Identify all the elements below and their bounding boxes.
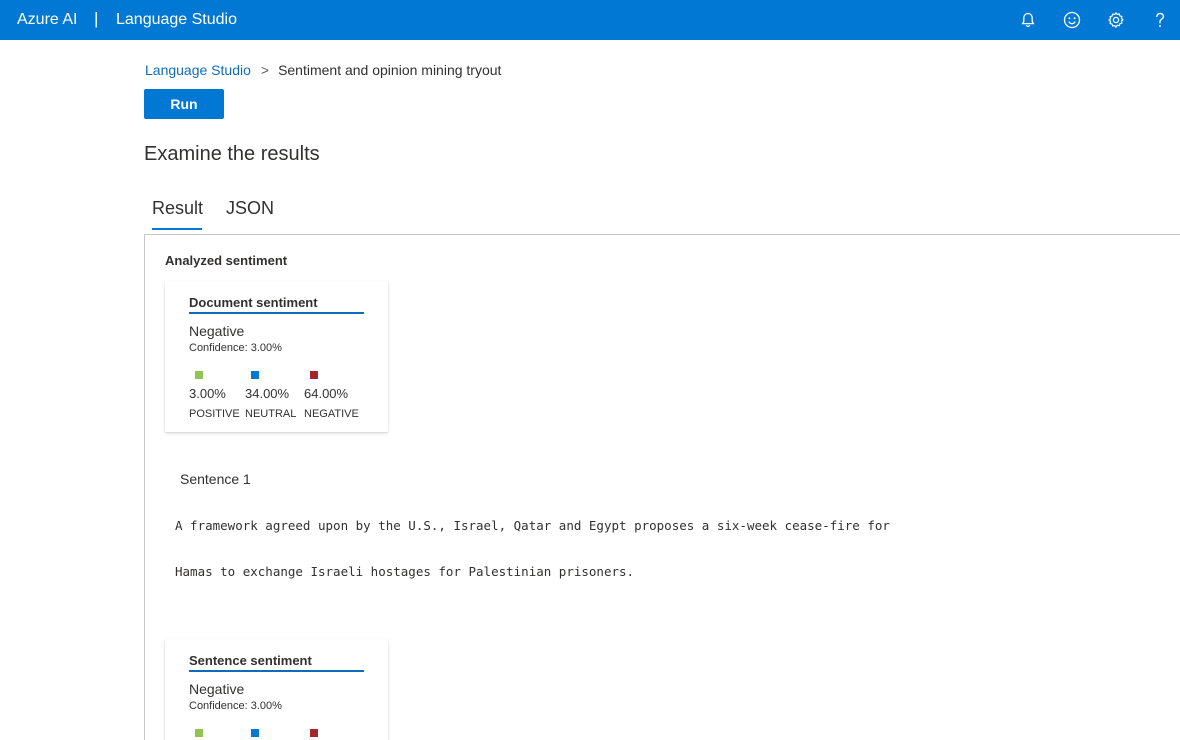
brand-link[interactable]: Azure AI [17,11,77,29]
top-bar: Azure AI | Language Studio [0,0,1180,40]
run-button[interactable]: Run [144,89,224,119]
negative-swatch [310,371,318,379]
negative-label: NEGATIVE [304,408,359,420]
sentence-sentiment-card: Sentence sentiment Negative Confidence: … [165,639,388,740]
positive-swatch [195,371,203,379]
tab-result[interactable]: Result [152,198,203,230]
positive-score: 3.00% POSITIVE [189,371,249,420]
bell-icon[interactable] [1018,10,1038,30]
sentence-title: Sentence 1 [180,471,251,487]
positive-percent: 3.00% [189,386,226,401]
chevron-right-icon: > [260,62,270,78]
page-title: Examine the results [144,143,320,165]
help-icon[interactable] [1150,10,1170,30]
confidence-text: Confidence: 3.00% [189,700,282,712]
negative-percent: 64.00% [304,386,349,401]
negative-swatch [310,729,318,737]
positive-label: POSITIVE [189,408,240,420]
gear-icon[interactable] [1106,10,1126,30]
neutral-score: 34.00% NEUTRAL [245,371,305,420]
positive-score [189,729,249,737]
breadcrumb-root-link[interactable]: Language Studio [145,62,251,78]
card-title: Sentence sentiment [189,653,364,672]
brand-separator: | [94,9,99,28]
smiley-icon[interactable] [1062,10,1082,30]
sentence-text-line: A framework agreed upon by the U.S., Isr… [175,518,890,533]
neutral-swatch [251,729,259,737]
neutral-score [245,729,305,737]
sentiment-label: Negative [189,323,245,339]
panel-title: Analyzed sentiment [165,253,288,268]
sentiment-label: Negative [189,681,245,697]
neutral-label: NEUTRAL [245,408,297,420]
breadcrumb: Language Studio > Sentiment and opinion mi… [145,62,501,78]
neutral-swatch [251,371,259,379]
negative-score [304,729,364,737]
confidence-text: Confidence: 3.00% [189,342,282,354]
neutral-percent: 34.00% [245,386,290,401]
breadcrumb-current: Sentiment and opinion mining tryout [278,62,502,78]
product-name[interactable]: Language Studio [116,11,237,29]
result-panel: Analyzed sentiment Document sentiment Ne… [144,234,1180,740]
negative-score: 64.00% NEGATIVE [304,371,364,420]
sentence-text-line: Hamas to exchange Israeli hostages for P… [175,564,635,579]
positive-swatch [195,729,203,737]
document-sentiment-card: Document sentiment Negative Confidence: … [165,281,388,432]
card-title: Document sentiment [189,295,364,314]
tab-json[interactable]: JSON [226,198,274,230]
